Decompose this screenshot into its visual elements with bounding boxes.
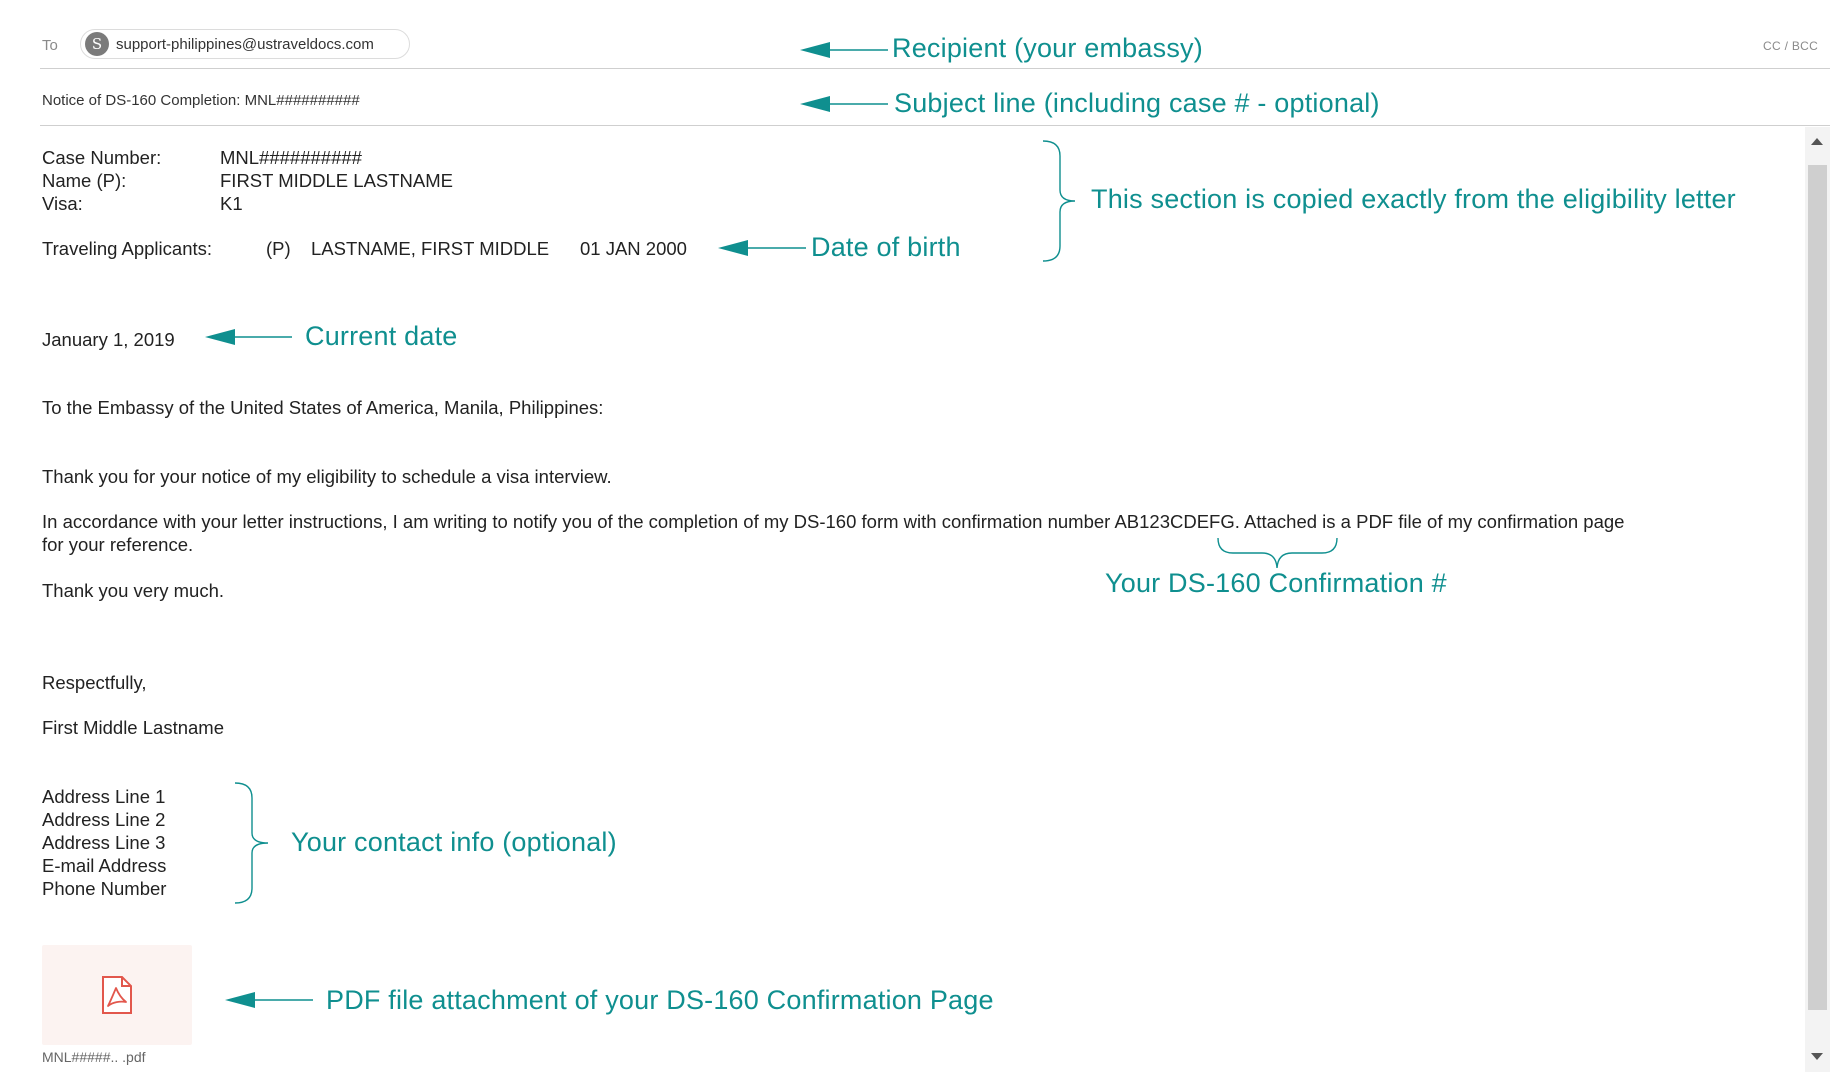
email-address-line: E-mail Address xyxy=(42,855,167,876)
recipient-email: support-philippines@ustraveldocs.com xyxy=(116,35,374,53)
scroll-up-icon[interactable] xyxy=(1811,138,1823,145)
annotation-recipient: Recipient (your embassy) xyxy=(892,33,1203,63)
subject-field[interactable]: Notice of DS-160 Completion: MNL########… xyxy=(42,92,360,109)
recipient-chip[interactable]: S support-philippines@ustraveldocs.com xyxy=(80,29,410,59)
traveling-applicants-label: Traveling Applicants: xyxy=(42,238,213,259)
address-line-3: Address Line 3 xyxy=(42,832,166,853)
confirmation-number: AB123CDEFG xyxy=(1114,511,1235,532)
name-label: Name (P): xyxy=(42,170,127,191)
cc-bcc-button[interactable]: CC / BCC xyxy=(1763,39,1818,53)
attachment-filename: MNL#####.. .pdf xyxy=(42,1049,146,1065)
subject-arrow-icon xyxy=(800,96,888,112)
signature-name: First Middle Lastname xyxy=(42,717,224,738)
annotation-current-date: Current date xyxy=(305,321,458,351)
annotation-subject: Subject line (including case # - optiona… xyxy=(894,88,1380,118)
address-line-2: Address Line 2 xyxy=(42,809,166,830)
annotation-confirmation: Your DS-160 Confirmation # xyxy=(1105,568,1447,598)
visa-label: Visa: xyxy=(42,193,83,214)
phone-number-line: Phone Number xyxy=(42,878,167,899)
recipient-avatar: S xyxy=(85,32,109,56)
pdf-attachment[interactable] xyxy=(42,945,192,1045)
case-number-label: Case Number: xyxy=(42,147,162,168)
scrollbar-thumb[interactable] xyxy=(1808,165,1827,1010)
paragraph-line-2: for your reference. xyxy=(42,534,194,555)
case-number-value: MNL########## xyxy=(220,147,362,168)
address-line-1: Address Line 1 xyxy=(42,786,166,807)
name-value: FIRST MIDDLE LASTNAME xyxy=(220,170,454,191)
date-arrow-icon xyxy=(205,329,292,345)
closing-thanks: Thank you very much. xyxy=(42,580,224,601)
pdf-arrow-icon xyxy=(225,992,313,1008)
letter-date: January 1, 2019 xyxy=(42,329,175,350)
annotation-contact: Your contact info (optional) xyxy=(291,827,617,857)
subject-divider xyxy=(40,125,1830,126)
confirmation-brace-icon xyxy=(1217,537,1338,569)
scroll-down-icon[interactable] xyxy=(1811,1053,1823,1060)
contact-brace-icon xyxy=(234,782,269,904)
completion-paragraph: In accordance with your letter instructi… xyxy=(42,510,1624,533)
annotation-dob: Date of birth xyxy=(811,232,961,262)
visa-value: K1 xyxy=(220,193,243,214)
dob-arrow-icon xyxy=(718,240,806,256)
paragraph-text-before: In accordance with your letter instructi… xyxy=(42,511,1111,532)
respectfully: Respectfully, xyxy=(42,672,147,693)
salutation: To the Embassy of the United States of A… xyxy=(42,397,604,418)
thanks-line: Thank you for your notice of my eligibil… xyxy=(42,466,612,487)
annotation-eligibility: This section is copied exactly from the … xyxy=(1091,184,1736,214)
paragraph-text-after: . Attached is a PDF file of my confirmat… xyxy=(1234,511,1625,532)
traveling-applicant-dob: 01 JAN 2000 xyxy=(580,238,687,259)
traveling-applicant-code: (P) xyxy=(266,238,291,259)
to-divider xyxy=(40,68,1830,69)
traveling-applicant-name: LASTNAME, FIRST MIDDLE xyxy=(311,238,550,259)
pdf-file-icon xyxy=(102,976,132,1014)
vertical-scrollbar[interactable] xyxy=(1805,127,1830,1072)
eligibility-brace-icon xyxy=(1042,140,1076,262)
annotation-pdf: PDF file attachment of your DS-160 Confi… xyxy=(326,985,994,1015)
to-label: To xyxy=(42,37,58,54)
